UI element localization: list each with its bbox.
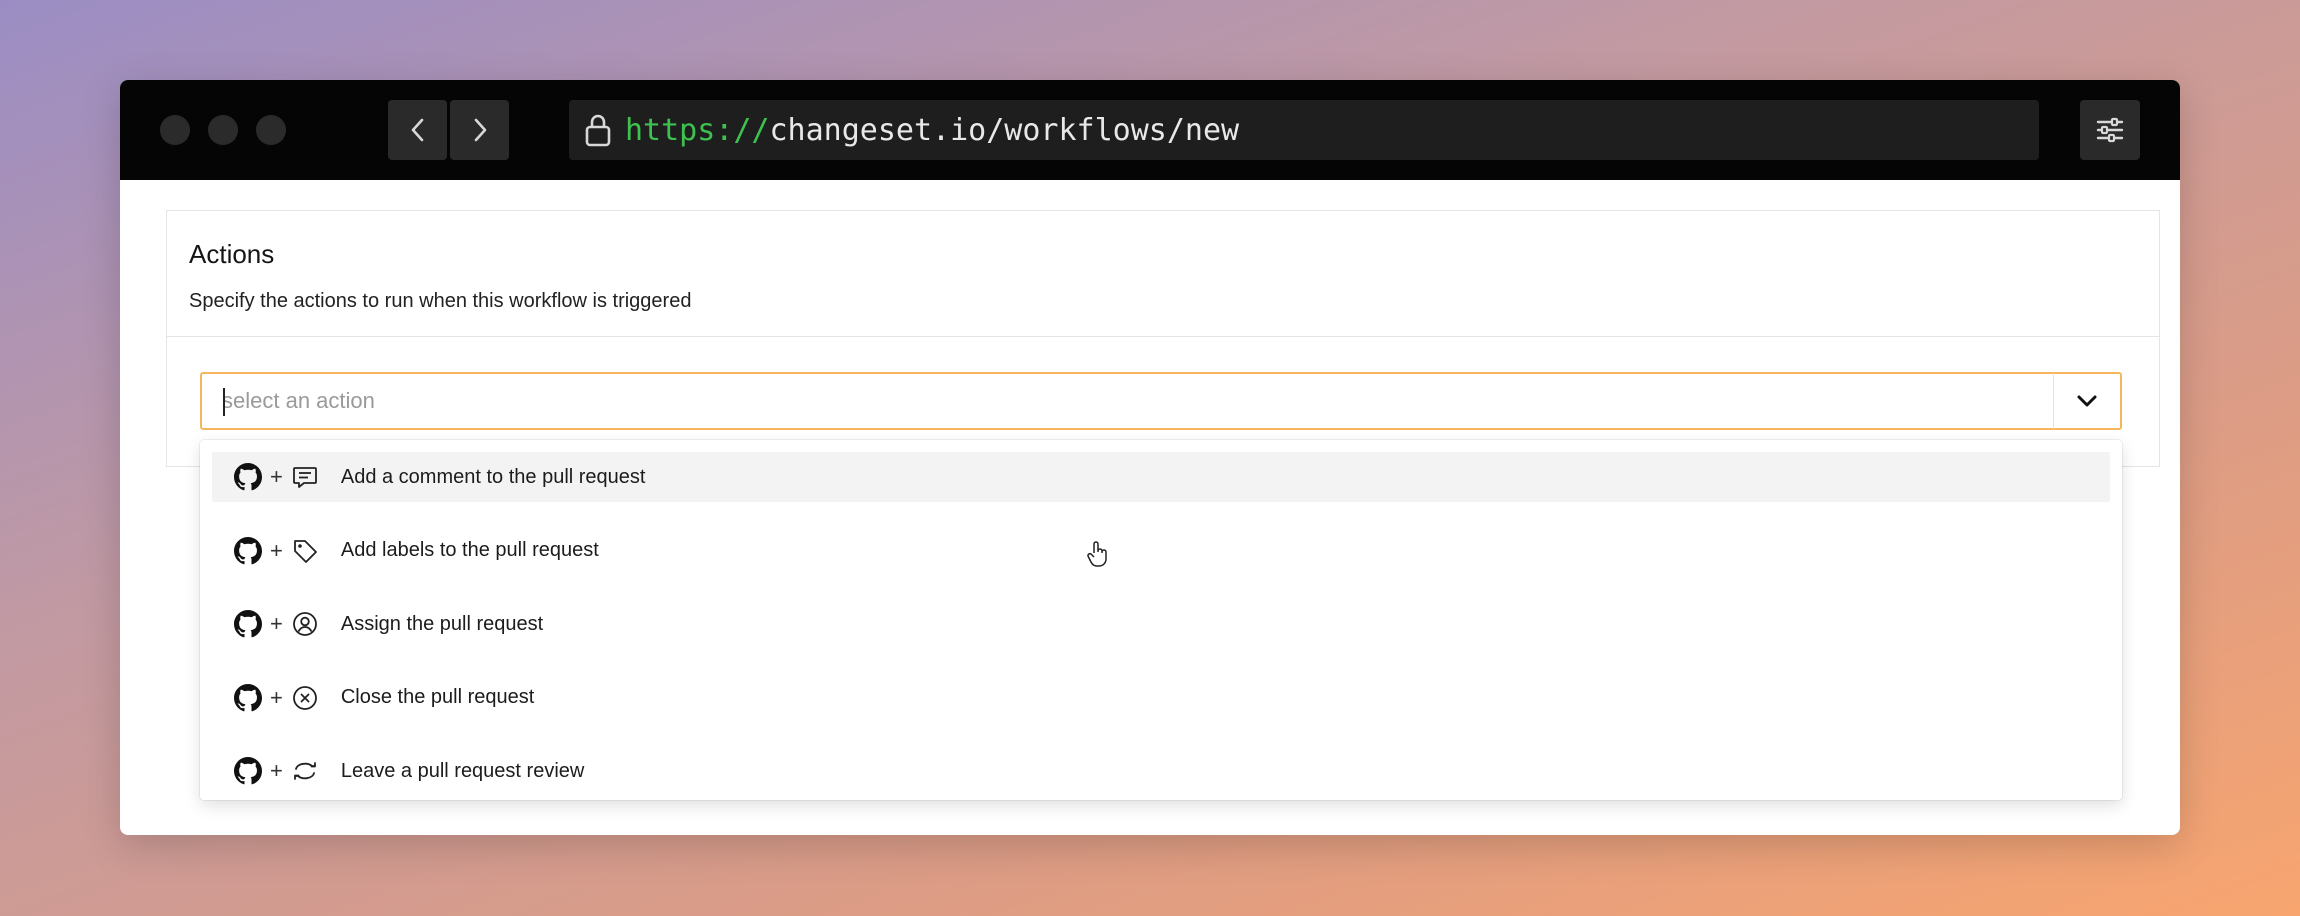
close-circle-icon [291,684,319,712]
plus-sign: + [270,537,283,563]
action-option[interactable]: + Close the pull request [212,673,2110,723]
minimize-window-dot[interactable] [208,115,238,145]
github-icon [234,463,262,491]
url-scheme: https:// [625,112,770,148]
lock-icon [583,112,613,148]
action-option[interactable]: + Assign the pull request [212,599,2110,649]
sliders-icon [2096,117,2124,143]
action-option-label: Add labels to the pull request [340,539,599,561]
user-circle-icon [291,610,319,638]
browser-toolbar: https://changeset.io/workflows/new [120,80,2180,180]
action-option-label: Assign the pull request [340,612,544,635]
action-select[interactable] [200,372,2122,430]
actions-description: Specify the actions to run when this wor… [189,290,692,312]
chevron-down-icon [2077,395,2097,407]
maximize-window-dot[interactable] [256,115,286,145]
text-caret [223,388,225,416]
action-option-label: Add a comment to the pull request [340,465,646,488]
plus-sign: + [270,758,283,783]
action-option[interactable]: + Add labels to the pull request [212,526,2110,576]
plus-sign: + [270,684,283,710]
chevron-left-icon [411,118,423,142]
hand-pointer-icon [1087,541,1107,567]
tag-icon [291,537,319,565]
action-option-label: Close the pull request [340,686,535,708]
action-option[interactable]: + Add a comment to the pull request [212,452,2110,502]
github-icon [234,757,262,785]
url-path: changeset.io/workflows/new [769,112,1240,148]
chevron-right-icon [474,118,486,142]
action-option-label: Leave a pull request review [340,759,585,782]
github-icon [234,536,262,565]
back-button[interactable] [388,100,447,160]
plus-sign: + [270,464,283,489]
settings-button[interactable] [2080,100,2140,160]
browser-window: https://changeset.io/workflows/new Actio… [120,80,2180,835]
comment-icon [291,463,319,491]
actions-title: Actions [189,239,275,269]
dropdown-toggle[interactable] [2054,374,2120,428]
action-dropdown-menu: + Add a comment to the pull request + Add l… [200,440,2122,800]
actions-card-header: Actions Specify the actions to run when … [167,211,2159,337]
plus-sign: + [270,611,283,636]
github-icon [234,610,262,638]
forward-button[interactable] [450,100,509,160]
action-option[interactable]: + Leave a pull request review [212,746,2110,796]
action-search-input[interactable] [202,374,2053,428]
close-window-dot[interactable] [160,115,190,145]
refresh-icon [291,757,319,785]
address-bar[interactable]: https://changeset.io/workflows/new [569,100,2039,160]
github-icon [234,683,262,712]
